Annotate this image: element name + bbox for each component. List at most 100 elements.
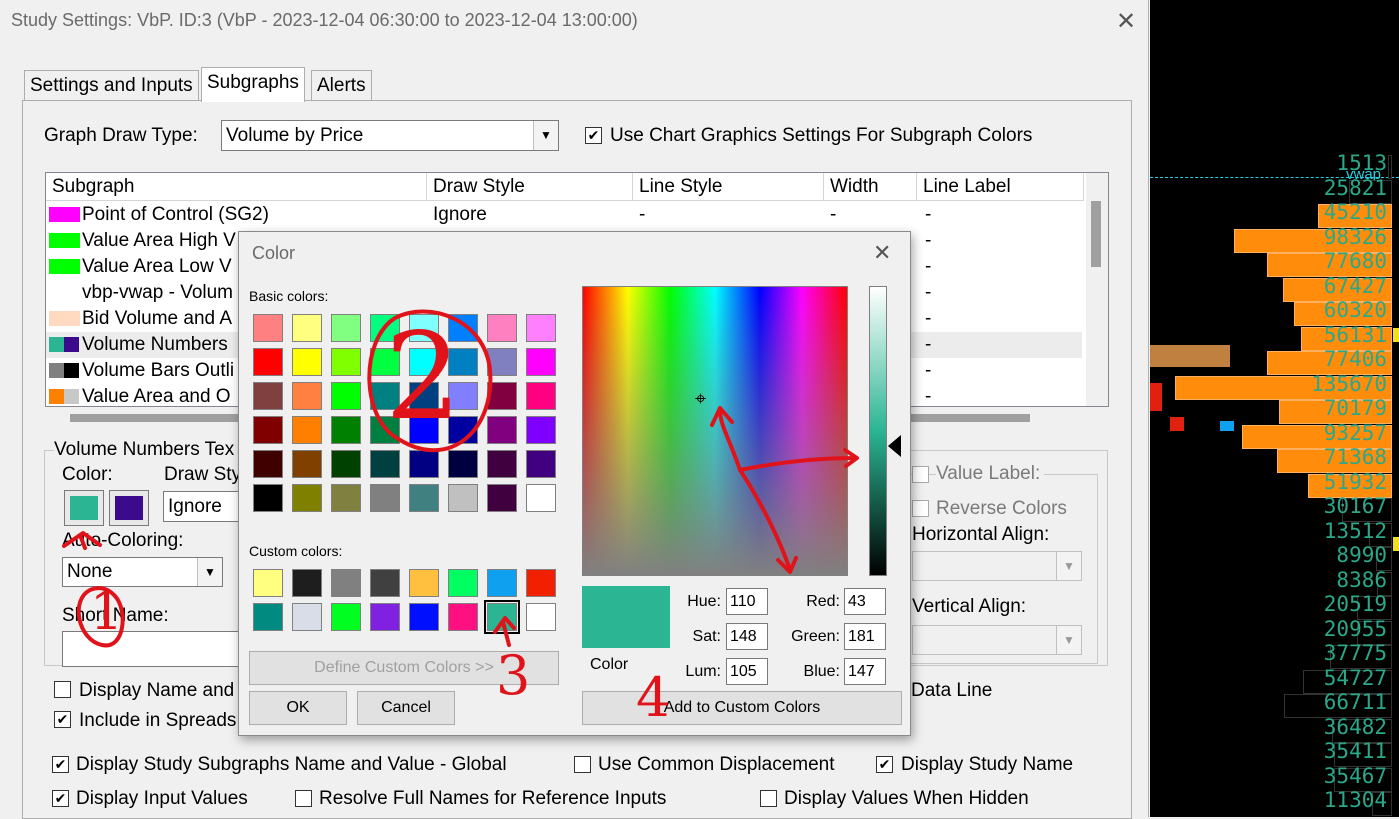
primary-color-button[interactable] <box>64 490 104 526</box>
custom-color-swatch[interactable] <box>292 569 322 597</box>
line-label-cell: - <box>925 282 932 303</box>
basic-color-swatch[interactable] <box>526 348 556 376</box>
red-input[interactable]: 43 <box>844 588 886 615</box>
basic-color-swatch[interactable] <box>526 484 556 512</box>
basic-color-swatch[interactable] <box>331 416 361 444</box>
hue-input[interactable]: 110 <box>726 588 768 615</box>
col-header-subgraph[interactable]: Subgraph <box>46 173 427 201</box>
color-spectrum[interactable]: ⌖ <box>582 286 848 576</box>
basic-color-swatch[interactable] <box>331 450 361 478</box>
use-common-displacement-checkbox[interactable] <box>574 756 591 773</box>
luminance-pointer-icon[interactable] <box>888 435 901 457</box>
sat-input[interactable]: 148 <box>726 623 768 650</box>
col-header-draw-style[interactable]: Draw Style <box>427 173 633 201</box>
custom-color-swatch[interactable] <box>484 600 520 634</box>
value-label-checkbox[interactable] <box>912 466 929 483</box>
basic-color-swatch[interactable] <box>253 416 283 444</box>
basic-color-swatch[interactable] <box>292 484 322 512</box>
volume-number: 71368 <box>1323 445 1387 469</box>
auto-coloring-select[interactable]: None ▼ <box>62 557 223 587</box>
custom-color-swatch[interactable] <box>292 603 322 631</box>
tab-subgraphs[interactable]: Subgraphs <box>201 67 305 102</box>
scrollbar-thumb[interactable] <box>1091 201 1101 267</box>
custom-color-swatch[interactable] <box>370 569 400 597</box>
basic-color-swatch[interactable] <box>370 484 400 512</box>
basic-color-swatch[interactable] <box>448 450 478 478</box>
basic-color-swatch[interactable] <box>370 450 400 478</box>
basic-color-swatch[interactable] <box>253 450 283 478</box>
display-input-values-checkbox[interactable]: ✔ <box>52 790 69 807</box>
col-header-line-label[interactable]: Line Label <box>917 173 1084 201</box>
basic-color-swatch[interactable] <box>253 484 283 512</box>
basic-color-swatch[interactable] <box>292 348 322 376</box>
basic-color-swatch[interactable] <box>487 450 517 478</box>
tab-settings-and-inputs[interactable]: Settings and Inputs <box>24 70 199 101</box>
vertical-align-select[interactable]: ▼ <box>912 625 1082 655</box>
basic-color-swatch[interactable] <box>292 314 322 342</box>
basic-color-swatch[interactable] <box>331 314 361 342</box>
add-to-custom-colors-button[interactable]: Add to Custom Colors <box>582 691 902 725</box>
custom-color-swatch[interactable] <box>448 603 478 631</box>
basic-color-swatch[interactable] <box>253 348 283 376</box>
luminance-slider[interactable] <box>869 286 887 576</box>
basic-color-swatch[interactable] <box>487 314 517 342</box>
secondary-color-button[interactable] <box>109 490 149 526</box>
basic-color-swatch[interactable] <box>409 450 439 478</box>
basic-color-swatch[interactable] <box>292 382 322 410</box>
table-row[interactable]: Point of Control (SG2) Ignore - - - <box>46 202 1082 228</box>
custom-color-swatch[interactable] <box>331 569 361 597</box>
basic-color-swatch[interactable] <box>292 416 322 444</box>
use-chart-graphics-checkbox[interactable]: ✔ <box>585 127 602 144</box>
lum-input[interactable]: 105 <box>726 658 768 685</box>
custom-color-swatch[interactable] <box>253 569 283 597</box>
horizontal-align-select[interactable]: ▼ <box>912 551 1082 581</box>
close-icon[interactable]: ✕ <box>873 240 891 266</box>
custom-color-swatch[interactable] <box>526 603 556 631</box>
custom-color-swatch[interactable] <box>370 603 400 631</box>
cancel-button[interactable]: Cancel <box>357 691 455 725</box>
subgraph-name-cell: Value Area Low V <box>82 256 232 277</box>
custom-color-swatch[interactable] <box>487 569 517 597</box>
display-values-hidden-checkbox[interactable] <box>760 790 777 807</box>
col-header-line-style[interactable]: Line Style <box>633 173 824 201</box>
custom-color-swatch[interactable] <box>526 569 556 597</box>
col-header-width[interactable]: Width <box>824 173 917 201</box>
basic-color-swatch[interactable] <box>331 484 361 512</box>
basic-color-swatch[interactable] <box>487 484 517 512</box>
basic-color-swatch[interactable] <box>253 314 283 342</box>
basic-color-swatch[interactable] <box>409 484 439 512</box>
display-study-name-checkbox[interactable]: ✔ <box>876 756 893 773</box>
custom-color-swatch[interactable] <box>448 569 478 597</box>
basic-color-swatch[interactable] <box>487 382 517 410</box>
display-name-checkbox[interactable] <box>54 681 71 698</box>
basic-color-swatch[interactable] <box>487 416 517 444</box>
ok-button[interactable]: OK <box>249 691 347 725</box>
chart-area[interactable]: vwap 1513 25821 45210 98326 77680 67427 60320 5… <box>1150 0 1399 817</box>
green-label: Green: <box>791 628 840 645</box>
include-spreadsheet-checkbox[interactable]: ✔ <box>54 711 71 728</box>
basic-color-swatch[interactable] <box>526 416 556 444</box>
draw-style-select[interactable]: Ignore <box>163 491 249 522</box>
blue-input[interactable]: 147 <box>844 658 886 685</box>
custom-color-swatch[interactable] <box>253 603 283 631</box>
custom-color-swatch[interactable] <box>409 569 439 597</box>
close-icon[interactable]: ✕ <box>1112 8 1140 36</box>
basic-color-swatch[interactable] <box>526 450 556 478</box>
custom-color-swatch[interactable] <box>331 603 361 631</box>
basic-color-swatch[interactable] <box>331 348 361 376</box>
basic-color-swatch[interactable] <box>526 314 556 342</box>
vertical-scrollbar[interactable] <box>1086 173 1108 406</box>
basic-color-swatch[interactable] <box>448 484 478 512</box>
tab-alerts[interactable]: Alerts <box>311 70 372 101</box>
basic-color-swatch[interactable] <box>487 348 517 376</box>
basic-color-swatch[interactable] <box>331 382 361 410</box>
green-input[interactable]: 181 <box>844 623 886 650</box>
basic-color-swatch[interactable] <box>526 382 556 410</box>
custom-color-swatch[interactable] <box>409 603 439 631</box>
basic-color-swatch[interactable] <box>292 450 322 478</box>
display-subgraphs-global-checkbox[interactable]: ✔ <box>52 756 69 773</box>
graph-draw-type-select[interactable]: Volume by Price ▼ <box>221 120 559 151</box>
reverse-colors-checkbox[interactable] <box>912 500 929 517</box>
resolve-full-names-checkbox[interactable] <box>295 790 312 807</box>
basic-color-swatch[interactable] <box>253 382 283 410</box>
